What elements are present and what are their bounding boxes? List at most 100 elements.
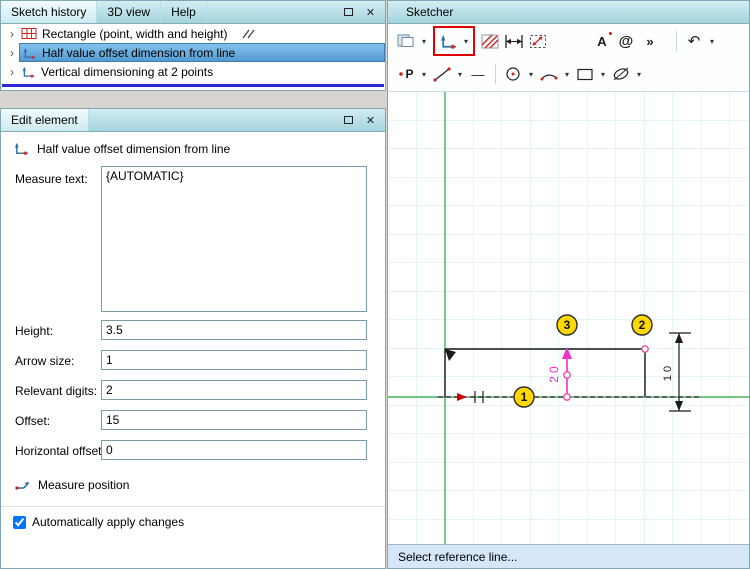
auto-apply-label: Automatically apply changes <box>32 515 185 529</box>
expander-icon[interactable]: › <box>5 65 19 79</box>
expander-icon[interactable]: › <box>5 27 19 41</box>
svg-text:10: 10 <box>662 363 674 381</box>
maximize-icon <box>344 116 353 124</box>
edit-element-body: Half value offset dimension from line Me… <box>1 132 385 569</box>
sketcher-titlebar: Sketcher <box>388 1 749 24</box>
measure-position-label: Measure position <box>38 478 130 492</box>
history-item-vertical-dimension[interactable]: › Vertical dimensioning at 2 points <box>1 62 385 81</box>
line-tool-dropdown[interactable]: ▾ <box>454 62 466 86</box>
arc-tool-dropdown[interactable]: ▾ <box>561 62 573 86</box>
text-tool-glyph: A <box>597 33 607 49</box>
divider <box>1 506 385 507</box>
row-body: Rectangle (point, width and height) <box>19 24 385 43</box>
height-input[interactable] <box>101 320 367 340</box>
offset-input[interactable] <box>101 410 367 430</box>
row-body: Vertical dimensioning at 2 points <box>19 62 385 81</box>
status-text: Select reference line... <box>398 549 518 564</box>
window-controls: ✕ <box>340 109 385 131</box>
sketch-history-titlebar: Sketch history 3D view Help ✕ <box>1 1 385 24</box>
point-tool-dropdown[interactable]: ▾ <box>418 62 430 86</box>
tab-label: Edit element <box>11 113 78 127</box>
circle-tool-dropdown[interactable]: ▾ <box>525 62 537 86</box>
history-item-label: Half value offset dimension from line <box>42 45 236 60</box>
undo-button[interactable]: ↶ <box>682 29 706 53</box>
measure-text-input[interactable]: {AUTOMATIC} <box>101 166 367 312</box>
sketcher-toolbar: ▾ ▾ A @ » ↶ ▾ P ▾ ▾ — ▾ ▾ ▾ ▾ <box>388 24 749 92</box>
arrow-size-input[interactable] <box>101 350 367 370</box>
rectangle-tool-button[interactable] <box>573 62 597 86</box>
svg-text:20: 20 <box>547 363 561 382</box>
edit-element-window: Edit element ✕ Half value offset dimensi… <box>0 108 386 569</box>
tab-label: Help <box>171 5 196 19</box>
rectangle-icon <box>21 27 37 40</box>
tab-3d-view[interactable]: 3D view <box>97 1 162 23</box>
svg-text:3: 3 <box>564 318 571 332</box>
ellipse-tool-button[interactable] <box>609 62 633 86</box>
arrow-size-label: Arrow size: <box>15 354 75 368</box>
close-button[interactable]: ✕ <box>362 4 379 20</box>
status-bar: Select reference line... <box>388 544 749 568</box>
more-tools-button[interactable]: » <box>638 29 662 53</box>
toolbar-row-1: ▾ ▾ A @ » ↶ ▾ <box>388 25 749 57</box>
point-tool-button[interactable]: P <box>394 62 418 86</box>
point-dot-icon <box>399 72 404 76</box>
hatch-tool-button[interactable] <box>478 29 502 53</box>
measure-position-icon <box>15 479 31 491</box>
offset-dimension-tool-button[interactable] <box>436 29 460 53</box>
horizontal-offset-input[interactable] <box>101 440 367 460</box>
history-item-offset-dimension[interactable]: › Half value offset dimension from line <box>1 43 385 62</box>
splitter-bar[interactable] <box>2 84 384 87</box>
active-tool-highlight: ▾ <box>433 26 475 56</box>
text-tool-mark-icon <box>609 32 612 35</box>
history-item-label: Rectangle (point, width and height) <box>42 26 228 41</box>
horizontal-dimension-tool-button[interactable] <box>502 29 526 53</box>
sketcher-title-label: Sketcher <box>406 5 454 19</box>
sketcher-panel: Sketcher ▾ ▾ A @ » ↶ ▾ P ▾ ▾ — ▾ ▾ ▾ ▾ 2… <box>387 0 750 569</box>
text-tool-button[interactable]: A <box>590 29 614 53</box>
annotation-tool-button[interactable]: @ <box>614 29 638 53</box>
ellipse-tool-dropdown[interactable]: ▾ <box>633 62 645 86</box>
svg-text:1: 1 <box>521 390 528 404</box>
expander-icon[interactable]: › <box>5 46 19 60</box>
relevant-digits-input[interactable] <box>101 380 367 400</box>
history-item-rectangle[interactable]: › Rectangle (point, width and height) <box>1 24 385 43</box>
dimension-icon <box>13 141 30 156</box>
tab-label: 3D view <box>107 5 151 19</box>
measure-position-button[interactable]: Measure position <box>15 478 129 492</box>
tab-help[interactable]: Help <box>161 1 207 23</box>
toolbar-separator <box>495 64 496 84</box>
tab-label: Sketch history <box>11 5 87 19</box>
hatch-marks-icon <box>240 28 256 40</box>
close-button[interactable]: ✕ <box>362 112 379 128</box>
window-controls: ✕ <box>340 1 385 23</box>
element-name: Half value offset dimension from line <box>37 141 231 156</box>
row-body-selected: Half value offset dimension from line <box>19 43 385 62</box>
single-line-tool-button[interactable]: — <box>466 62 490 86</box>
balloon-3: 3 <box>556 314 578 336</box>
sketch-history-window: Sketch history 3D view Help ✕ › Rectangl… <box>0 0 386 91</box>
dimension-icon <box>22 46 37 60</box>
balloon-2: 2 <box>631 314 653 336</box>
undo-dropdown[interactable]: ▾ <box>706 29 718 53</box>
maximize-button[interactable] <box>340 112 357 128</box>
stretch-tool-button[interactable] <box>526 29 550 53</box>
offset-label: Offset: <box>15 414 51 428</box>
height-label: Height: <box>15 324 54 338</box>
svg-text:2: 2 <box>639 318 646 332</box>
balloon-1: 1 <box>513 386 535 408</box>
line-tool-button[interactable] <box>430 62 454 86</box>
element-header: Half value offset dimension from line <box>13 141 230 156</box>
circle-tool-button[interactable] <box>501 62 525 86</box>
sketch-canvas[interactable]: 20 10 1 2 3 <box>388 92 749 546</box>
auto-apply-checkbox[interactable] <box>13 515 26 529</box>
rectangle-tool-dropdown[interactable]: ▾ <box>597 62 609 86</box>
tab-sketch-history[interactable]: Sketch history <box>1 1 98 23</box>
drawing-reference-dropdown[interactable]: ▾ <box>418 29 430 53</box>
maximize-button[interactable] <box>340 4 357 20</box>
horizontal-offset-label: Horizontal offset: <box>15 444 105 458</box>
drawing-reference-button[interactable] <box>394 29 418 53</box>
auto-apply-row: Automatically apply changes <box>13 515 184 529</box>
arc-tool-button[interactable] <box>537 62 561 86</box>
tab-edit-element[interactable]: Edit element <box>1 109 89 131</box>
offset-dimension-tool-dropdown[interactable]: ▾ <box>460 29 472 53</box>
